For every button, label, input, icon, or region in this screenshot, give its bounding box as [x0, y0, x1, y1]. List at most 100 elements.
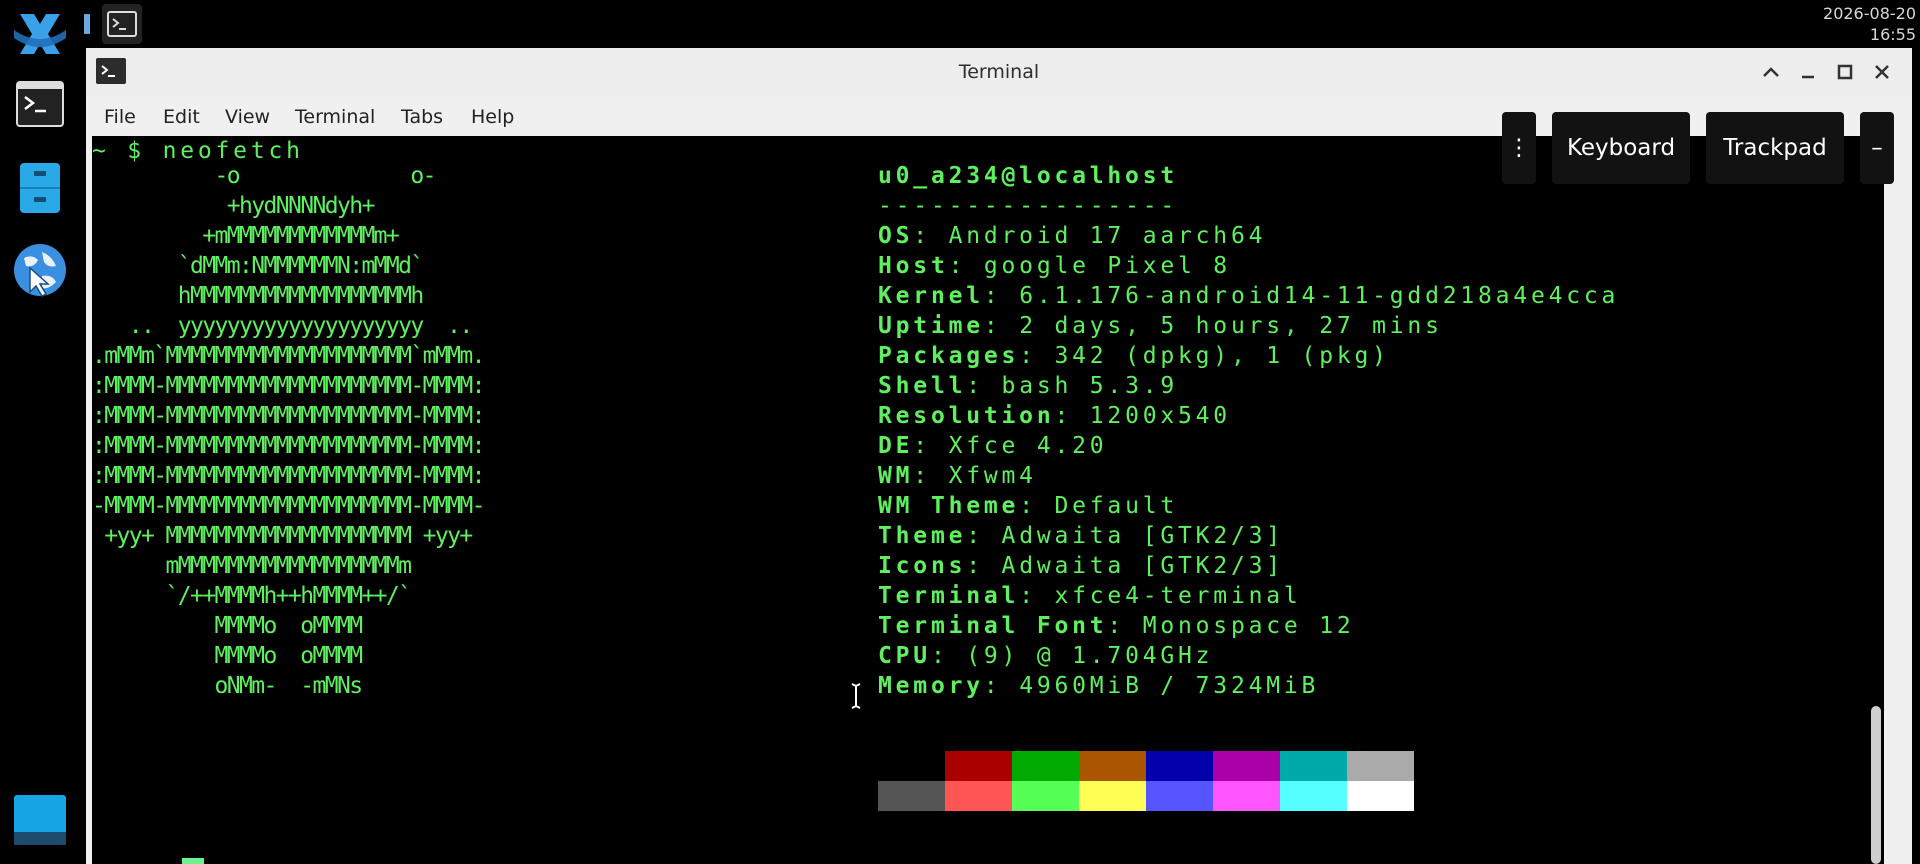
- terminal-launcher-icon[interactable]: [12, 76, 68, 132]
- menu-help[interactable]: Help: [471, 96, 514, 138]
- ascii-line: +mMMMMMMMMMMMMm+: [92, 223, 400, 249]
- menu-view[interactable]: View: [225, 96, 270, 138]
- color-swatch: [1280, 751, 1347, 781]
- info-row-wm: WM: Xfwm4: [878, 463, 1037, 489]
- info-value: google Pixel 8: [983, 253, 1231, 279]
- info-key: Icons: [878, 553, 967, 579]
- menu-file[interactable]: File: [104, 96, 136, 138]
- ascii-line: :MMMM-MMMMMMMMMMMMMMMMMMMM-MMMM:: [92, 373, 486, 399]
- info-row-resolution: Resolution: 1200x540: [878, 403, 1231, 429]
- info-value: Xfce 4.20: [948, 433, 1108, 459]
- info-value: 342 (dpkg), 1 (pkg): [1054, 343, 1390, 369]
- ascii-line: :MMMM-MMMMMMMMMMMMMMMMMMMM-MMMM:: [92, 433, 486, 459]
- terminal-icon: [107, 11, 137, 37]
- ascii-line: -MMMM-MMMMMMMMMMMMMMMMMMMM-MMMM-: [92, 493, 486, 519]
- color-swatch: [1079, 781, 1146, 811]
- color-swatch: [1079, 751, 1146, 781]
- file-cabinet-icon[interactable]: [12, 160, 68, 216]
- ascii-line: +hydNNNNdyh+: [92, 193, 376, 219]
- maximize-button[interactable]: [1833, 60, 1857, 84]
- info-row-theme: Theme: Adwaita [GTK2/3]: [878, 523, 1284, 549]
- info-value: 1200x540: [1089, 403, 1231, 429]
- ascii-line: -o o-: [92, 163, 436, 189]
- info-value: Adwaita [GTK2/3]: [1001, 553, 1284, 579]
- color-swatch: [1012, 781, 1079, 811]
- scrollbar-thumb[interactable]: [1871, 706, 1881, 864]
- info-key: Theme: [878, 523, 967, 549]
- web-browser-icon[interactable]: [12, 242, 68, 298]
- close-button[interactable]: [1870, 60, 1894, 84]
- info-value: 4960MiB / 7324MiB: [1019, 673, 1320, 699]
- show-desktop-icon[interactable]: [12, 792, 68, 848]
- info-value: Adwaita [GTK2/3]: [1001, 523, 1284, 549]
- minimize-button[interactable]: [1796, 60, 1820, 84]
- info-key: WM: [878, 463, 914, 489]
- collapse-button[interactable]: –: [1860, 112, 1894, 184]
- info-row-uptime: Uptime: 2 days, 5 hours, 27 mins: [878, 313, 1443, 339]
- text-cursor-icon: [851, 683, 861, 709]
- info-row-memory: Memory: 4960MiB / 7324MiB: [878, 673, 1320, 699]
- color-swatch: [945, 751, 1012, 781]
- taskbar-terminal-button[interactable]: [102, 4, 142, 44]
- info-row-kernel: Kernel: 6.1.176-android14-11-gdd218a4e4c…: [878, 283, 1620, 309]
- terminal-output[interactable]: ~ $ neofetch -o o- +hydNNNNdyh+ +mMMMMMM…: [92, 136, 1884, 864]
- more-options-button[interactable]: ⋮: [1502, 112, 1536, 184]
- info-row-de: DE: Xfce 4.20: [878, 433, 1108, 459]
- separator-line: -----------------: [878, 193, 1179, 219]
- info-key: Shell: [878, 373, 967, 399]
- clock-time: 16:55: [1869, 25, 1916, 44]
- trackpad-button[interactable]: Trackpad: [1706, 112, 1844, 184]
- user-host: u0_a234@localhost: [878, 163, 1179, 189]
- close-icon: [1875, 65, 1889, 79]
- menu-terminal[interactable]: Terminal: [295, 96, 375, 138]
- xfce-logo-icon[interactable]: [12, 6, 68, 62]
- info-value: Default: [1054, 493, 1179, 519]
- color-swatch: [878, 751, 945, 781]
- info-value: 6.1.176-android14-11-gdd218a4e4cca: [1019, 283, 1620, 309]
- top-panel: 2026-08-20 16:55: [82, 0, 1920, 48]
- info-row-shell: Shell: bash 5.3.9: [878, 373, 1179, 399]
- ascii-line: `/++MMMMh++hMMMM++/`: [92, 583, 412, 609]
- info-row-cpu: CPU: (9) @ 1.704GHz: [878, 643, 1214, 669]
- workspace-indicator[interactable]: [84, 14, 90, 34]
- menu-tabs[interactable]: Tabs: [401, 96, 443, 138]
- info-key: Uptime: [878, 313, 984, 339]
- info-value: bash 5.3.9: [1001, 373, 1179, 399]
- clock-date: 2026-08-20: [1823, 4, 1916, 23]
- info-key: Terminal Font: [878, 613, 1108, 639]
- info-value: Monospace 12: [1142, 613, 1355, 639]
- info-value: 2 days, 5 hours, 27 mins: [1019, 313, 1443, 339]
- color-swatch: [1146, 751, 1213, 781]
- ascii-line: .mMMm`MMMMMMMMMMMMMMMMMMMM`mMMm.: [92, 343, 486, 369]
- chevron-up-icon: [1763, 67, 1779, 77]
- info-value: Xfwm4: [948, 463, 1037, 489]
- info-row-os: OS: Android 17 aarch64: [878, 223, 1267, 249]
- info-row-wm-theme: WM Theme: Default: [878, 493, 1179, 519]
- info-value: Android 17 aarch64: [948, 223, 1267, 249]
- info-key: Terminal: [878, 583, 1020, 609]
- minimize-icon: [1802, 75, 1814, 79]
- ascii-line: MMMMo oMMMM: [92, 643, 363, 669]
- ascii-line: MMMMo oMMMM: [92, 613, 363, 639]
- window-titlebar[interactable]: Terminal: [86, 48, 1912, 97]
- menu-edit[interactable]: Edit: [163, 96, 200, 138]
- ascii-line: +yy+ MMMMMMMMMMMMMMMMMMMM +yy+: [92, 523, 473, 549]
- keyboard-button[interactable]: Keyboard: [1552, 112, 1690, 184]
- info-key: Resolution: [878, 403, 1055, 429]
- clock[interactable]: 2026-08-20 16:55: [1823, 3, 1916, 45]
- shade-button[interactable]: [1759, 60, 1783, 84]
- info-key: DE: [878, 433, 914, 459]
- info-row-terminal-font: Terminal Font: Monospace 12: [878, 613, 1355, 639]
- info-value: xfce4-terminal: [1054, 583, 1302, 609]
- ascii-line: oNMm- -mMNs: [92, 673, 363, 699]
- color-swatch: [878, 781, 945, 811]
- scrollbar[interactable]: [1868, 136, 1884, 864]
- maximize-icon: [1837, 64, 1853, 80]
- color-swatch: [1213, 781, 1280, 811]
- color-swatch: [945, 781, 1012, 811]
- info-key: Host: [878, 253, 949, 279]
- color-swatch: [1280, 781, 1347, 811]
- info-row-host: Host: google Pixel 8: [878, 253, 1231, 279]
- ascii-line: .. yyyyyyyyyyyyyyyyyyyy ..: [92, 313, 474, 339]
- info-row-icons: Icons: Adwaita [GTK2/3]: [878, 553, 1284, 579]
